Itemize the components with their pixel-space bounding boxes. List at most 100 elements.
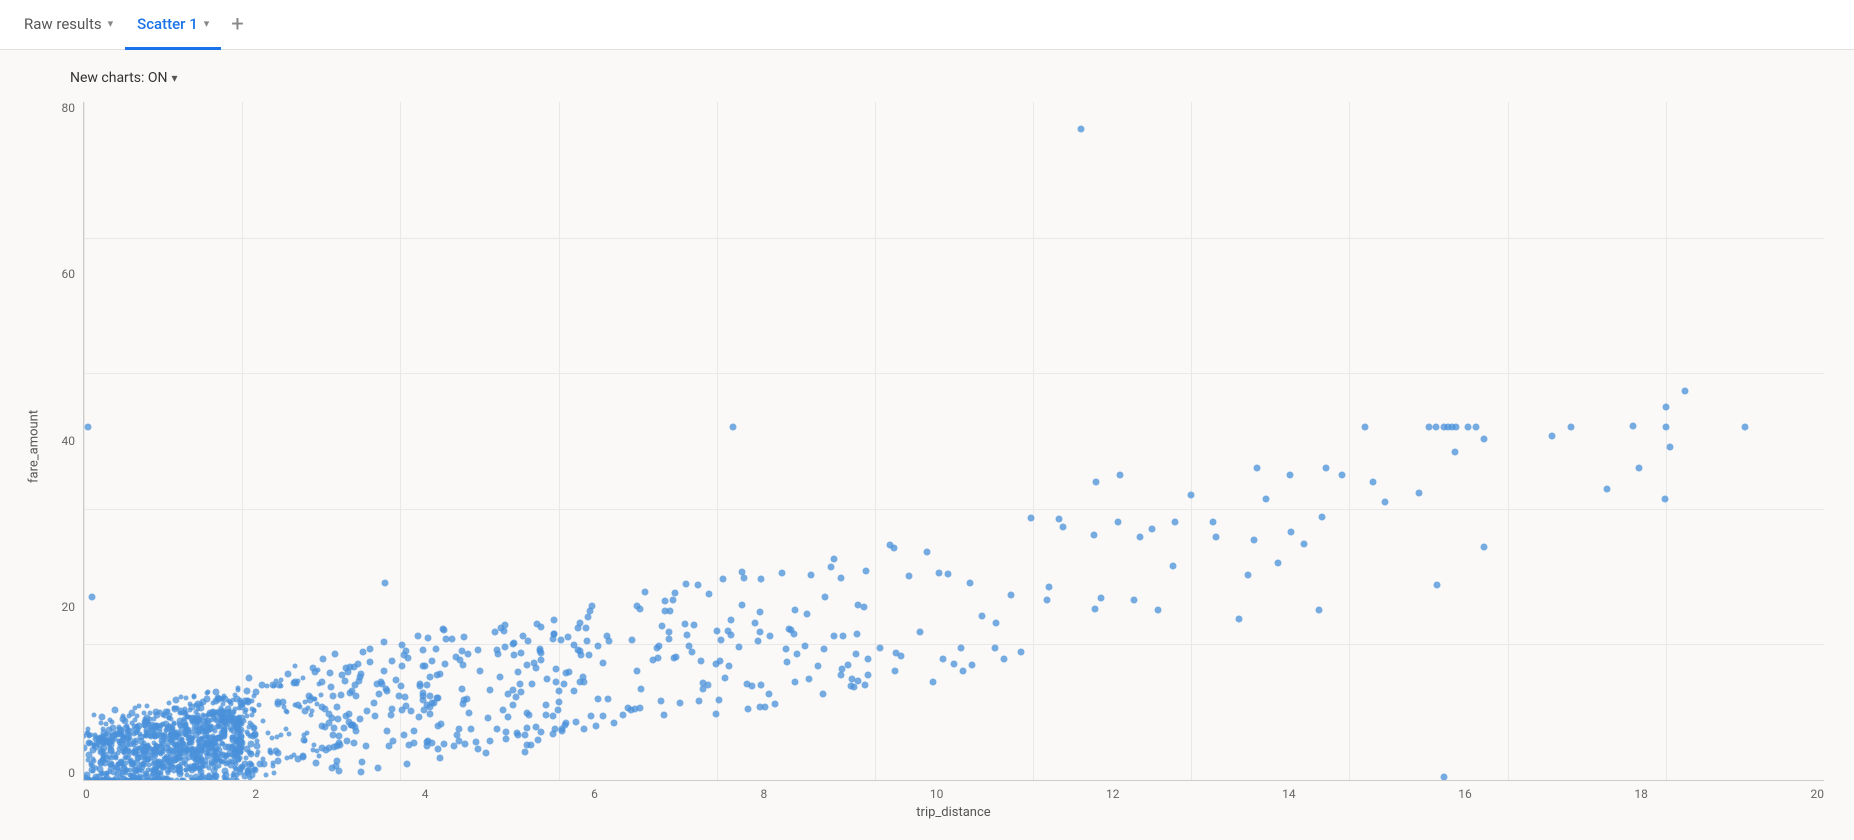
scatter-dot — [371, 700, 378, 707]
grid-line-v — [559, 102, 560, 780]
scatter-dot — [493, 725, 500, 732]
scatter-dot — [1077, 126, 1084, 133]
grid-line-h — [84, 373, 1824, 374]
scatter-dot — [581, 679, 588, 686]
scatter-dot — [1000, 656, 1007, 663]
scatter-dot — [778, 570, 785, 577]
scatter-dot — [372, 712, 379, 719]
scatter-dot — [458, 686, 465, 693]
scatter-dot — [256, 760, 263, 767]
scatter-dot — [854, 630, 861, 637]
scatter-dot — [552, 726, 559, 733]
scatter-dot — [1148, 526, 1155, 533]
scatter-dot — [1322, 465, 1329, 472]
scatter-dot — [543, 702, 550, 709]
scatter-dot — [426, 711, 433, 718]
new-charts-toggle[interactable]: New charts: ON ▾ — [70, 70, 177, 86]
scatter-dot — [432, 646, 439, 653]
tab-scatter-1[interactable]: Scatter 1 ▾ — [125, 1, 221, 50]
scatter-dot — [171, 705, 176, 710]
scatter-dot — [388, 658, 395, 665]
scatter-dot — [397, 682, 404, 689]
scatter-dot — [244, 688, 251, 695]
scatter-dot — [403, 648, 410, 655]
scatter-dot — [633, 667, 640, 674]
grid-line-v — [875, 102, 876, 780]
scatter-dot — [523, 662, 530, 669]
scatter-dot — [1318, 513, 1325, 520]
tab-scatter-1-label: Scatter 1 — [137, 15, 198, 33]
scatter-dot — [1275, 559, 1282, 566]
scatter-dot — [271, 761, 276, 766]
add-tab-button[interactable]: + — [221, 14, 253, 36]
scatter-dot — [157, 733, 164, 740]
scatter-dot — [168, 713, 173, 718]
scatter-dot — [968, 661, 975, 668]
scatter-dot — [535, 736, 542, 743]
scatter-dot — [366, 645, 373, 652]
scatter-dot — [637, 606, 644, 613]
scatter-dot — [757, 576, 764, 583]
scatter-dot — [302, 699, 307, 704]
scatter-dot — [756, 628, 763, 635]
scatter-dot — [820, 691, 827, 698]
y-tick-60: 60 — [62, 268, 76, 280]
scatter-dot — [683, 580, 690, 587]
scatter-dot — [406, 741, 413, 748]
scatter-dot — [863, 567, 870, 574]
scatter-dot — [449, 635, 456, 642]
scatter-dot — [637, 686, 644, 693]
scatter-dot — [1288, 529, 1295, 536]
scatter-dot — [217, 747, 222, 752]
scatter-dot — [384, 727, 391, 734]
scatter-dot — [820, 645, 827, 652]
scatter-dot — [171, 765, 176, 770]
scatter-dot — [121, 717, 128, 724]
scatter-dot — [696, 697, 703, 704]
scatter-dot — [120, 735, 125, 740]
scatter-dot — [101, 727, 106, 732]
scatter-dot — [245, 730, 250, 735]
scatter-dot — [381, 667, 388, 674]
scatter-dot — [336, 741, 343, 748]
scatter-dot — [923, 549, 930, 556]
scatter-dot — [380, 638, 387, 645]
x-tick-4: 4 — [422, 787, 429, 801]
scatter-dot — [463, 695, 470, 702]
scatter-dot — [112, 736, 117, 741]
scatter-dot — [177, 721, 182, 726]
tab-raw-results-chevron: ▾ — [108, 17, 114, 30]
scatter-dot — [249, 706, 254, 711]
scatter-dot — [338, 691, 345, 698]
scatter-dot — [88, 593, 95, 600]
scatter-dot — [254, 753, 259, 758]
scatter-dot — [212, 697, 219, 704]
scatter-dot — [543, 676, 550, 683]
tab-raw-results[interactable]: Raw results ▾ — [12, 1, 125, 50]
scatter-dot — [628, 637, 635, 644]
scatter-dot — [427, 692, 434, 699]
scatter-dot — [978, 613, 985, 620]
scatter-dot — [1370, 478, 1377, 485]
scatter-dot — [585, 651, 592, 658]
grid-line-v — [1191, 102, 1192, 780]
scatter-dot — [350, 740, 357, 747]
scatter-dot — [358, 670, 365, 677]
scatter-dot — [1027, 515, 1034, 522]
scatter-dot — [424, 634, 431, 641]
scatter-dot — [940, 656, 947, 663]
grid-line-v — [1508, 102, 1509, 780]
scatter-dot — [98, 759, 105, 766]
scatter-dot — [594, 695, 601, 702]
scatter-dot — [1604, 486, 1611, 493]
scatter-dot — [831, 556, 838, 563]
scatter-dot — [642, 589, 649, 596]
scatter-dot — [802, 642, 809, 649]
scatter-dot — [821, 594, 828, 601]
scatter-dot — [487, 686, 494, 693]
scatter-dot — [1043, 597, 1050, 604]
scatter-dot — [658, 622, 665, 629]
scatter-dot — [231, 746, 238, 753]
scatter-dot — [353, 692, 360, 699]
scatter-dot — [861, 604, 868, 611]
